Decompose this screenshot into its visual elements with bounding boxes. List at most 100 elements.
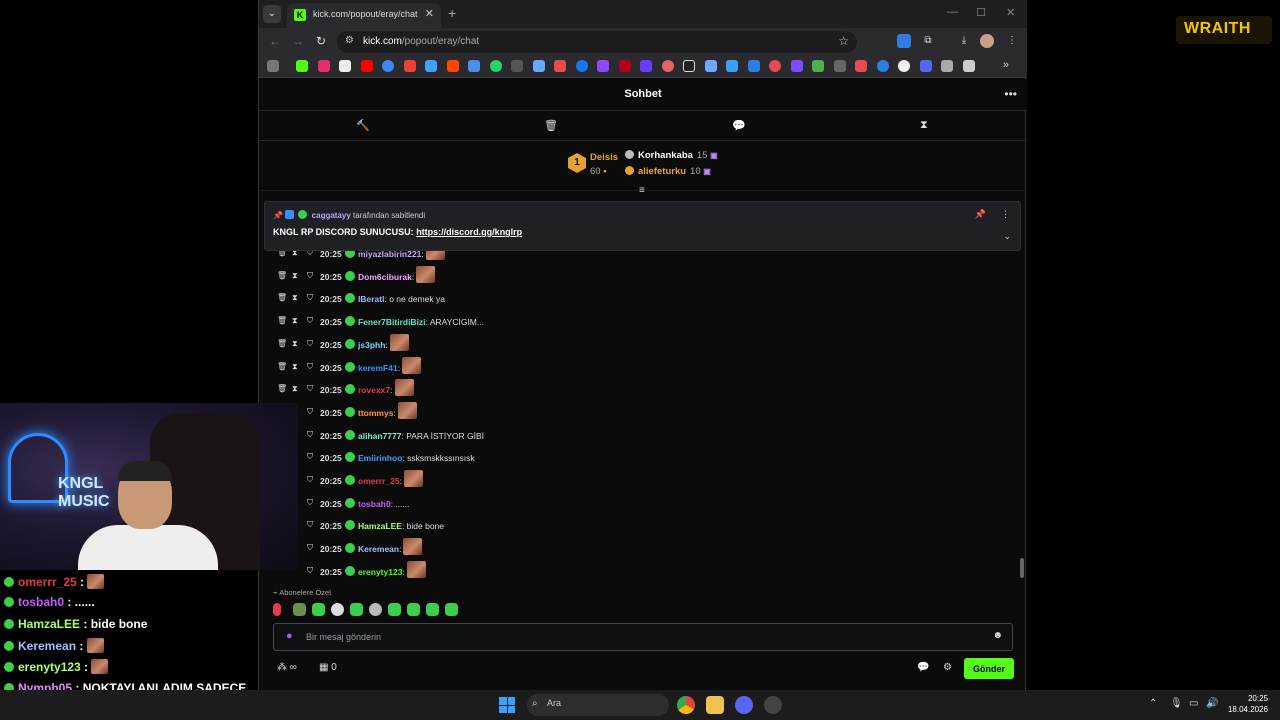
timeout-hourglass-icon[interactable]: ⧗ xyxy=(292,339,298,349)
bookmark-twitch-icon[interactable] xyxy=(597,60,609,72)
bookmark-icon[interactable] xyxy=(640,60,652,72)
emote-icon[interactable] xyxy=(426,603,439,616)
minimize-icon[interactable]: — xyxy=(947,6,958,18)
microphone-icon[interactable]: ● xyxy=(286,630,293,642)
bookmark-icon[interactable] xyxy=(425,60,437,72)
timeout-hourglass-icon[interactable]: ⧗ xyxy=(292,271,298,281)
bookmark-icon[interactable] xyxy=(877,60,889,72)
chat-scrollbar[interactable] xyxy=(1020,558,1024,578)
bookmark-icon[interactable] xyxy=(920,60,932,72)
bookmark-icon[interactable] xyxy=(683,60,695,72)
bookmarks-overflow-icon[interactable]: » xyxy=(1003,59,1009,71)
message-username[interactable]: Dom6ciburak xyxy=(358,272,412,282)
emoji-picker-icon[interactable]: ☻ xyxy=(992,630,1003,641)
bookmark-x-icon[interactable] xyxy=(339,60,351,72)
bookmark-icon[interactable] xyxy=(726,60,738,72)
address-bar[interactable]: ⚙ kick.com/popout/eray/chat ☆ xyxy=(337,31,857,53)
emote-icon[interactable] xyxy=(312,603,325,616)
chat-options-icon[interactable]: ••• xyxy=(1004,87,1017,101)
delete-message-icon[interactable]: 🗑 xyxy=(277,362,287,371)
message-username[interactable]: HamzaLEE xyxy=(358,521,402,531)
message-username[interactable]: ttommys xyxy=(358,408,393,418)
bookmark-icon[interactable] xyxy=(941,60,953,72)
bookmark-facebook-icon[interactable] xyxy=(576,60,588,72)
message-username[interactable]: Keremean xyxy=(358,544,399,554)
bookmark-icon[interactable] xyxy=(705,60,717,72)
pinned-link[interactable]: https://discord.gg/knglrp xyxy=(416,227,522,237)
bookmark-whatsapp-icon[interactable] xyxy=(490,60,502,72)
timeout-hourglass-icon[interactable]: ⧗ xyxy=(292,384,298,394)
bookmark-icon[interactable] xyxy=(963,60,975,72)
chat-input[interactable] xyxy=(306,628,986,646)
unpin-icon[interactable]: 📌 xyxy=(975,209,986,220)
chevron-down-icon[interactable]: ⌄ xyxy=(1003,231,1011,242)
bookmark-icon[interactable] xyxy=(855,60,867,72)
forward-icon[interactable]: → xyxy=(292,34,304,48)
delete-message-icon[interactable]: 🗑 xyxy=(277,384,287,393)
app-icon[interactable] xyxy=(764,696,782,714)
message-username[interactable]: alihan7777 xyxy=(358,431,401,441)
message-username[interactable]: js3phh xyxy=(358,340,385,350)
channel-points-icon[interactable]: ⁂ ∞ xyxy=(277,662,297,673)
bookmark-icon[interactable] xyxy=(748,60,760,72)
hourglass-icon[interactable]: ⧗ xyxy=(920,119,928,132)
menu-kebab-icon[interactable]: ⋮ xyxy=(1005,34,1019,48)
taskbar-search[interactable]: ⌕ Ara xyxy=(527,694,669,716)
clock[interactable]: 20:25 18.04.2026 xyxy=(1228,693,1268,715)
bookmark-icon[interactable] xyxy=(898,60,910,72)
extension-icon[interactable] xyxy=(897,34,911,48)
close-window-icon[interactable]: ✕ xyxy=(1006,6,1015,19)
hammer-icon[interactable]: 🔨 xyxy=(356,119,370,132)
address-url[interactable]: kick.com/popout/eray/chat xyxy=(363,36,479,47)
apps-grid-icon[interactable] xyxy=(267,60,279,72)
pin-options-icon[interactable]: ⋮ xyxy=(1001,209,1010,220)
file-explorer-icon[interactable] xyxy=(706,696,724,714)
bookmark-icon[interactable] xyxy=(468,60,480,72)
emote-icon[interactable] xyxy=(350,603,363,616)
chat-bubble-icon[interactable]: 💬 xyxy=(732,119,746,132)
bookmark-gmail-icon[interactable] xyxy=(404,60,416,72)
trash-icon[interactable]: 🗑 xyxy=(544,119,558,132)
bookmark-icon[interactable] xyxy=(812,60,824,72)
gifter-row[interactable]: Korhankaba 15 ▣ xyxy=(625,150,718,161)
browser-tab[interactable]: K kick.com/popout/eray/chat ✕ xyxy=(287,3,441,28)
emote-icon[interactable] xyxy=(388,603,401,616)
top-gifter-name[interactable]: Deisis xyxy=(590,152,618,163)
bookmark-icon[interactable] xyxy=(511,60,523,72)
bookmark-icon[interactable] xyxy=(533,60,545,72)
timeout-hourglass-icon[interactable]: ⧗ xyxy=(292,316,298,326)
new-tab-icon[interactable]: + xyxy=(448,5,456,21)
message-username[interactable]: miyazlabirin221 xyxy=(358,251,421,259)
emote-icon[interactable] xyxy=(369,603,382,616)
message-username[interactable]: Fener7BitirdiBizi xyxy=(358,317,426,327)
timeout-hourglass-icon[interactable]: ⧗ xyxy=(292,251,298,258)
reload-icon[interactable]: ↻ xyxy=(316,34,326,48)
emote-icon[interactable] xyxy=(273,603,281,616)
message-username[interactable]: Emiirinhoo xyxy=(358,453,402,463)
bookmark-star-icon[interactable]: ☆ xyxy=(838,34,849,48)
gift-store-icon[interactable]: ▦ 0 xyxy=(319,662,337,673)
tab-close-icon[interactable]: ✕ xyxy=(425,7,434,20)
emote-icon[interactable] xyxy=(293,603,306,616)
extensions-puzzle-icon[interactable]: ⧉ xyxy=(921,34,935,48)
message-username[interactable]: lBeratl xyxy=(358,294,384,304)
bookmark-icon[interactable] xyxy=(662,60,674,72)
bookmark-icon[interactable] xyxy=(791,60,803,72)
bookmark-icon[interactable] xyxy=(554,60,566,72)
profile-avatar[interactable] xyxy=(980,34,994,48)
emote-icon[interactable] xyxy=(331,603,344,616)
microphone-icon[interactable]: 🎙 xyxy=(1170,698,1183,709)
tab-search-button[interactable]: ⌄ xyxy=(263,5,281,23)
discord-icon[interactable] xyxy=(735,696,753,714)
windows-start-icon[interactable] xyxy=(499,697,515,713)
bookmark-icon[interactable] xyxy=(619,60,631,72)
message-username[interactable]: omerrr_25 xyxy=(358,476,400,486)
delete-message-icon[interactable]: 🗑 xyxy=(277,251,287,257)
delete-message-icon[interactable]: 🗑 xyxy=(277,339,287,348)
bookmark-reddit-icon[interactable] xyxy=(447,60,459,72)
bookmark-kick-icon[interactable] xyxy=(296,60,308,72)
bookmark-icon[interactable] xyxy=(769,60,781,72)
message-username[interactable]: rovexx7 xyxy=(358,385,390,395)
delete-message-icon[interactable]: 🗑 xyxy=(277,271,287,280)
message-username[interactable]: keremF41 xyxy=(358,363,398,373)
